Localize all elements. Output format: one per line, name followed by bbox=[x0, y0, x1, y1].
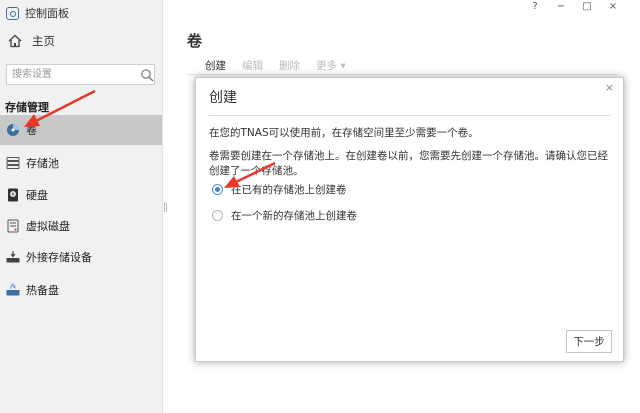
sidebar-item-virtual-disk[interactable]: 虚拟磁盘 bbox=[0, 211, 162, 241]
sidebar-item-label: 主页 bbox=[32, 34, 55, 48]
sidebar-item-label: 卷 bbox=[26, 124, 37, 137]
volume-icon bbox=[7, 124, 19, 136]
close-window-button[interactable]: × bbox=[600, 1, 626, 12]
hot-spare-icon bbox=[6, 283, 20, 296]
window-controls: ? − □ × bbox=[522, 1, 626, 12]
sidebar: 控制面板 主页 存储管理 卷 存储池 bbox=[0, 0, 163, 413]
minimize-button[interactable]: − bbox=[548, 1, 574, 12]
option-new-pool[interactable]: 在一个新的存储池上创建卷 bbox=[212, 208, 357, 223]
virtual-disk-icon bbox=[7, 219, 19, 233]
sidebar-item-storage-pool[interactable]: 存储池 bbox=[0, 148, 162, 178]
next-button[interactable]: 下一步 bbox=[566, 330, 612, 353]
edit-button[interactable]: 编辑 bbox=[242, 58, 263, 73]
radio-existing-pool[interactable] bbox=[212, 184, 223, 195]
toolbar: 创建 编辑 删除 更多 ▾ bbox=[205, 58, 362, 73]
sidebar-item-volume[interactable]: 卷 bbox=[0, 115, 162, 145]
dialog-message-1: 在您的TNAS可以使用前，在存储空间里至少需要一个卷。 bbox=[209, 127, 479, 139]
external-storage-icon bbox=[6, 251, 20, 263]
sidebar-item-external-storage[interactable]: 外接存储设备 bbox=[0, 242, 162, 272]
sidebar-item-label: 虚拟磁盘 bbox=[26, 220, 70, 233]
create-volume-dialog: 创建 × 在您的TNAS可以使用前，在存储空间里至少需要一个卷。 卷需要创建在一… bbox=[195, 77, 624, 362]
sidebar-item-hard-disk[interactable]: 硬盘 bbox=[0, 180, 162, 210]
dialog-title: 创建 bbox=[209, 90, 237, 106]
home-icon bbox=[8, 34, 22, 48]
sidebar-resize-handle[interactable] bbox=[164, 202, 167, 212]
sidebar-item-label: 硬盘 bbox=[26, 189, 48, 202]
page-title: 卷 bbox=[187, 32, 203, 50]
storage-pool-icon bbox=[6, 157, 20, 169]
hard-disk-icon bbox=[8, 188, 18, 202]
control-panel-icon bbox=[6, 6, 19, 20]
sidebar-item-hot-spare[interactable]: 热备盘 bbox=[0, 275, 162, 305]
section-title-storage: 存储管理 bbox=[5, 101, 49, 114]
dialog-divider bbox=[209, 115, 611, 116]
sidebar-item-label: 外接存储设备 bbox=[26, 251, 92, 264]
help-button[interactable]: ? bbox=[522, 1, 548, 12]
dialog-close-icon[interactable]: × bbox=[605, 81, 614, 94]
option-label: 在已有的存储池上创建卷 bbox=[231, 184, 347, 196]
toolbar-divider bbox=[187, 74, 617, 75]
sidebar-item-label: 存储池 bbox=[26, 157, 59, 170]
create-button[interactable]: 创建 bbox=[205, 58, 226, 73]
sidebar-item-label: 热备盘 bbox=[26, 284, 59, 297]
search-box bbox=[6, 64, 155, 85]
maximize-button[interactable]: □ bbox=[574, 1, 600, 12]
radio-new-pool[interactable] bbox=[212, 210, 223, 221]
sidebar-item-home[interactable]: 主页 bbox=[8, 33, 55, 49]
more-button[interactable]: 更多 ▾ bbox=[316, 58, 346, 73]
delete-button[interactable]: 删除 bbox=[279, 58, 300, 73]
option-label: 在一个新的存储池上创建卷 bbox=[231, 210, 357, 222]
app-header: 控制面板 bbox=[6, 5, 69, 21]
search-input[interactable] bbox=[7, 68, 136, 81]
app-title: 控制面板 bbox=[25, 7, 69, 20]
search-icon[interactable] bbox=[140, 68, 154, 82]
dialog-message-2: 卷需要创建在一个存储池上。在创建卷以前，您需要先创建一个存储池。请确认您已经创建… bbox=[209, 150, 608, 177]
option-existing-pool[interactable]: 在已有的存储池上创建卷 bbox=[212, 182, 347, 197]
